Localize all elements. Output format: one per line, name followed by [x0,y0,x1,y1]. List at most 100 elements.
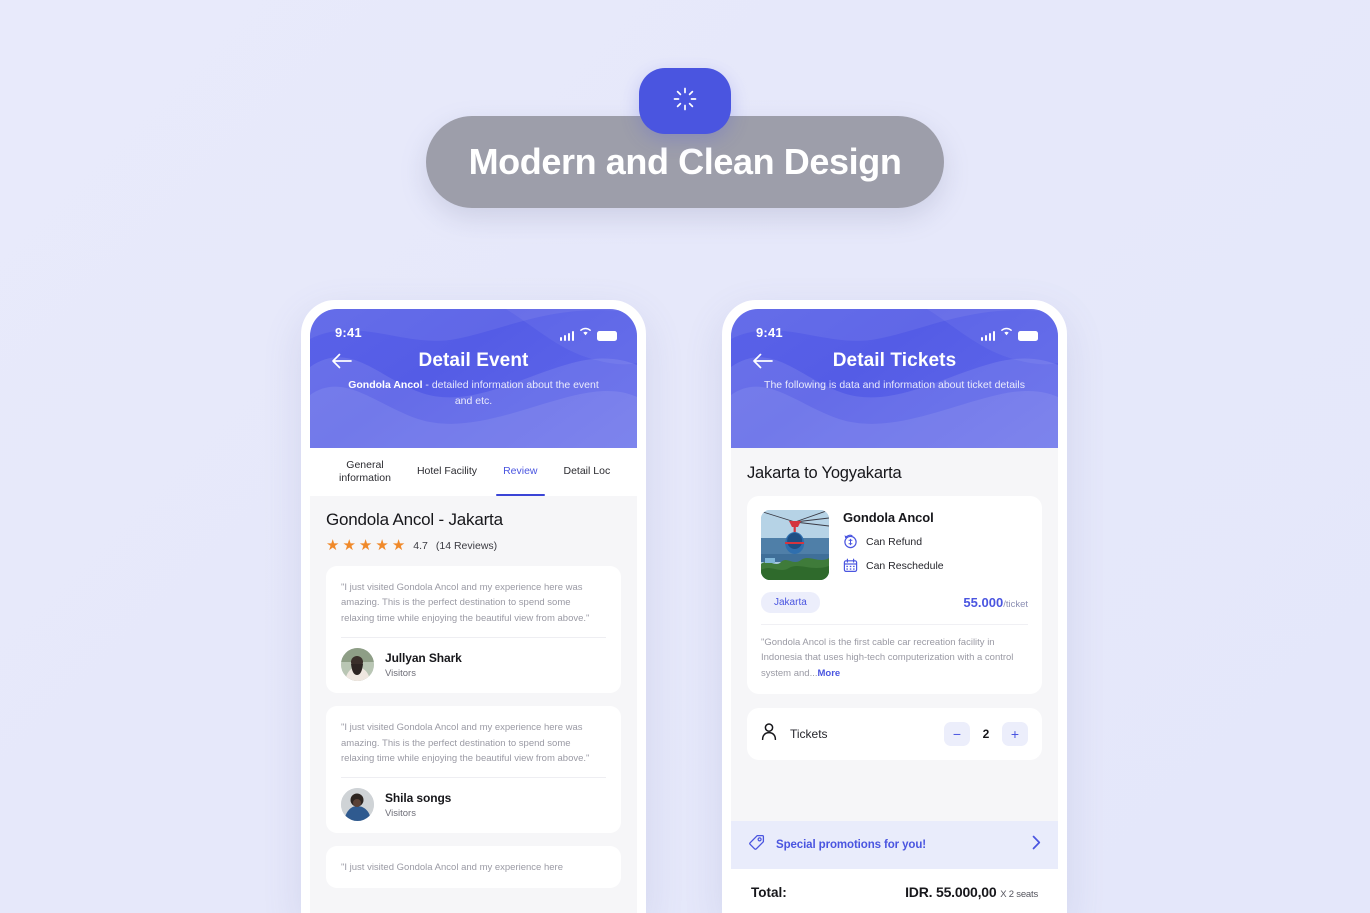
review-text: "I just visited Gondola Ancol and my exp… [341,582,590,624]
nav-row: Detail Event [310,341,637,372]
star-icon: ★ [358,537,373,554]
chevron-right-icon[interactable] [1032,835,1041,855]
total-bar: Total: IDR. 55.000,00 X 2 seats [731,869,1058,913]
star-icon: ★ [342,537,356,554]
ticket-price-unit: /ticket [1003,599,1028,610]
header-subtitle: Gondola Ancol - detailed information abo… [310,377,637,410]
page-title: Detail Tickets [832,350,957,371]
battery-icon [1018,331,1038,341]
status-bar: 9:41 [310,309,637,341]
avatar [341,788,374,822]
star-rating-icons: ★ ★ ★ ★ ★ [326,538,405,553]
decrement-button[interactable]: − [944,722,970,747]
rating-score: 4.7 [413,539,428,552]
tickets-label-group: Tickets [761,723,828,745]
review-author-role: Visitors [385,667,416,679]
tickets-label: Tickets [790,727,828,742]
header-detail-event: 9:41 Detail Event Gondola Ancol - detail… [310,309,637,448]
star-icon: ★ [375,537,389,554]
phone-mockup-detail-event: 9:41 Detail Event Gondola Ancol - detail… [301,300,646,913]
banner-badge [639,68,731,134]
total-amount-value: IDR. 55.000,00 [905,884,997,900]
page-title: Detail Event [418,350,529,371]
special-promotions-banner[interactable]: Special promotions for you! [731,821,1058,869]
divider [341,637,606,639]
ticket-price: 55.000/ticket [963,595,1028,610]
person-icon [761,723,777,745]
quantity-value: 2 [982,727,990,742]
screen-detail-event: 9:41 Detail Event Gondola Ancol - detail… [310,309,637,913]
more-link[interactable]: More [818,668,841,679]
avatar [341,648,374,682]
rating-row: ★ ★ ★ ★ ★ 4.7 (14 Reviews) [326,538,621,553]
header-subtitle: The following is data and information ab… [764,379,1025,391]
divider [341,777,606,779]
page-root: Modern and Clean Design 9:41 Detail Even… [0,0,1370,913]
city-chip: Jakarta [761,592,820,613]
star-icon: ★ [391,537,406,554]
review-card: "I just visited Gondola Ancol and my exp… [326,566,621,694]
ticket-card-top: Gondola Ancol Can Refund Can Reschedule [761,510,1028,580]
total-label: Total: [751,884,787,900]
ticket-description: "Gondola Ancol is the first cable car re… [761,635,1028,681]
review-author-name: Shila songs [385,790,452,805]
review-list-body: Gondola Ancol - Jakarta ★ ★ ★ ★ ★ 4.7 (1… [310,496,637,913]
phone-mockup-detail-tickets: 9:41 Detail Tickets The following is dat… [722,300,1067,913]
star-icon: ★ [326,537,340,554]
ticket-feature-reschedule: Can Reschedule [843,558,944,573]
total-amount: IDR. 55.000,00 X 2 seats [905,884,1038,900]
promo-left-group: Special promotions for you! [748,834,926,856]
status-time: 9:41 [335,324,362,340]
ticket-price-value: 55.000 [963,595,1004,610]
battery-icon [597,331,617,341]
tab-hotel-facility[interactable]: Hotel Facility [404,448,490,496]
ticket-name: Gondola Ancol [843,510,934,525]
total-seats: X 2 seats [1000,889,1038,900]
ticket-feature-label: Can Reschedule [866,559,944,572]
screen-detail-tickets: 9:41 Detail Tickets The following is dat… [731,309,1058,913]
tab-general-information[interactable]: General information [326,448,404,496]
back-arrow-icon[interactable] [751,349,775,373]
ticket-description-text: "Gondola Ancol is the first cable car re… [761,637,1014,679]
divider [761,624,1028,625]
review-card: "I just visited Gondola Ancol and my exp… [326,846,621,888]
ticket-thumbnail [761,510,829,580]
wifi-icon [579,323,592,341]
quantity-stepper: − 2 + [944,722,1028,747]
nav-row: Detail Tickets [731,341,1058,372]
review-author: Shila songs Visitors [341,788,606,822]
banner-headline: Modern and Clean Design [468,141,902,182]
tab-detail-location[interactable]: Detail Loc [551,448,624,496]
tickets-quantity-row: Tickets − 2 + [747,708,1042,761]
rating-count: (14 Reviews) [435,539,498,552]
wifi-icon [1000,323,1013,341]
ticket-detail-body: Jakarta to Yogyakarta Gondola Ancol Can … [731,448,1058,913]
back-arrow-icon[interactable] [330,349,354,373]
review-author-role: Visitors [385,807,416,819]
status-bar: 9:41 [731,309,1058,341]
status-icons [980,323,1038,341]
review-author-name: Jullyan Shark [385,650,462,665]
tab-review[interactable]: Review [490,448,550,496]
status-icons [559,323,617,341]
place-title: Gondola Ancol - Jakarta [326,510,503,529]
signal-bars-icon [980,331,995,341]
ticket-card[interactable]: Gondola Ancol Can Refund Can Reschedule … [747,496,1042,695]
review-author: Jullyan Shark Visitors [341,648,606,682]
route-title: Jakarta to Yogyakarta [747,464,902,482]
header-subtitle-strong: Gondola Ancol [348,379,423,391]
review-text: "I just visited Gondola Ancol and my exp… [341,722,590,764]
tab-bar: General information Hotel Facility Revie… [310,448,637,496]
ticket-feature-refund: Can Refund [843,534,944,549]
refund-coin-icon [843,534,858,549]
increment-button[interactable]: + [1002,722,1028,747]
tag-icon [748,834,765,856]
header-detail-tickets: 9:41 Detail Tickets The following is dat… [731,309,1058,448]
ticket-meta-row: Jakarta 55.000/ticket [761,592,1028,613]
review-card: "I just visited Gondola Ancol and my exp… [326,706,621,834]
status-time: 9:41 [756,324,783,340]
ticket-feature-label: Can Refund [866,535,923,548]
header-subtitle-rest: - detailed information about the event a… [422,379,599,408]
hero-banner: Modern and Clean Design [0,68,1370,208]
calendar-reschedule-icon [843,558,858,573]
